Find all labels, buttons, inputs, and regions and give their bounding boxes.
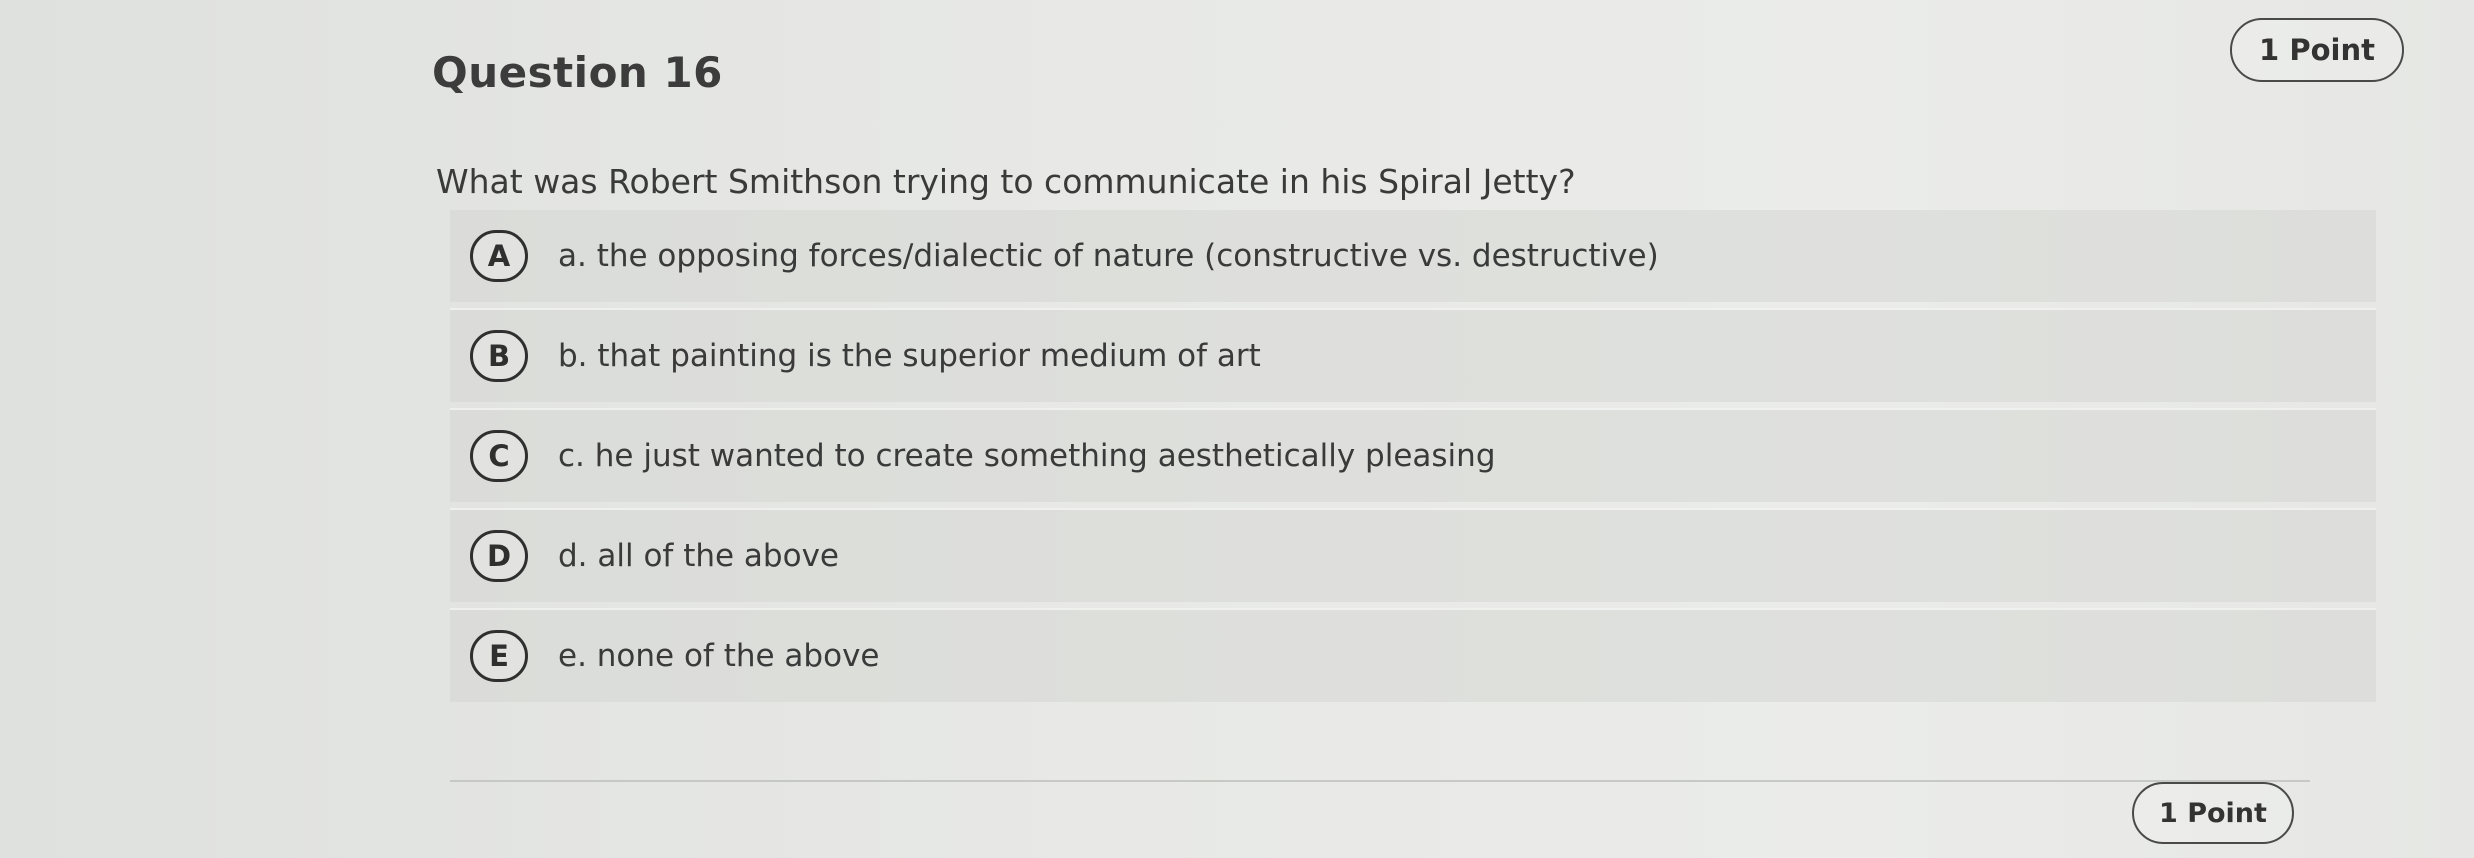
answer-option-b[interactable]: B b. that painting is the superior mediu… xyxy=(450,308,2376,402)
option-letter-a[interactable]: A xyxy=(470,230,528,282)
option-text-e[interactable]: e. none of the above xyxy=(558,638,880,674)
option-text-b[interactable]: b. that painting is the superior medium … xyxy=(558,338,1261,374)
points-badge: 1 Point xyxy=(2230,18,2404,82)
option-text-d[interactable]: d. all of the above xyxy=(558,538,839,574)
option-text-c[interactable]: c. he just wanted to create something ae… xyxy=(558,438,1496,474)
answer-option-d[interactable]: D d. all of the above xyxy=(450,508,2376,602)
option-text-a[interactable]: a. the opposing forces/dialectic of natu… xyxy=(558,238,1659,274)
question-prompt: What was Robert Smithson trying to commu… xyxy=(436,162,1576,201)
question-title: Question 16 xyxy=(432,48,723,97)
answer-option-c[interactable]: C c. he just wanted to create something … xyxy=(450,408,2376,502)
answer-option-a[interactable]: A a. the opposing forces/dialectic of na… xyxy=(450,210,2376,302)
answer-options: A a. the opposing forces/dialectic of na… xyxy=(450,210,2376,708)
option-letter-c[interactable]: C xyxy=(470,430,528,482)
answer-option-e[interactable]: E e. none of the above xyxy=(450,608,2376,702)
next-question-points-badge: 1 Point xyxy=(2132,782,2294,844)
option-letter-e[interactable]: E xyxy=(470,630,528,682)
option-letter-d[interactable]: D xyxy=(470,530,528,582)
option-letter-b[interactable]: B xyxy=(470,330,528,382)
question-divider xyxy=(450,780,2310,782)
quiz-page: Question 16 1 Point What was Robert Smit… xyxy=(0,0,2474,858)
